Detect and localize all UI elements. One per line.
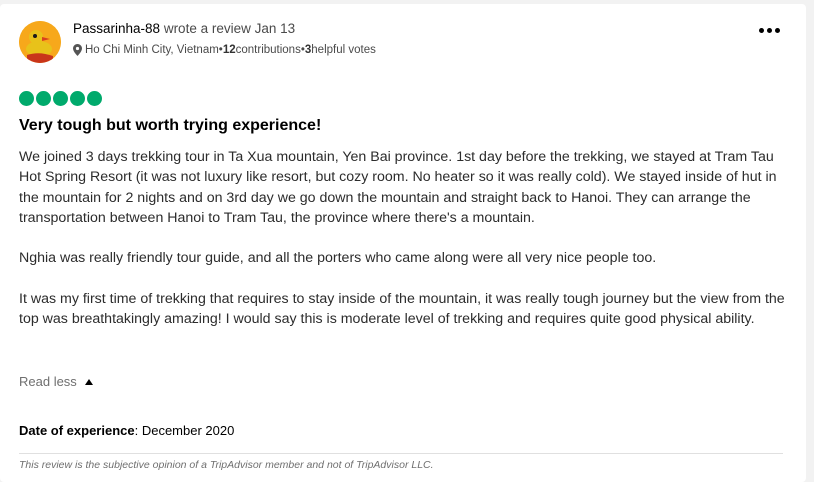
rating-bubble-icon <box>87 91 102 106</box>
more-dots-icon <box>775 27 780 33</box>
duck-avatar-icon <box>19 21 61 63</box>
more-dots-icon <box>759 27 764 33</box>
helpful-votes-label: helpful votes <box>311 44 376 56</box>
review-paragraph: We joined 3 days trekking tour in Ta Xua… <box>19 149 777 226</box>
read-less-label: Read less <box>19 374 77 389</box>
rating-bubble-icon <box>70 91 85 106</box>
review-card: Passarinha-88 wrote a review Jan 13 Ho C… <box>0 4 806 482</box>
date-of-experience-label: Date of experience <box>19 423 135 438</box>
map-pin-icon <box>73 44 82 56</box>
review-paragraph: It was my first time of trekking that re… <box>19 291 785 328</box>
more-dots-icon <box>767 27 772 33</box>
review-header: Passarinha-88 wrote a review Jan 13 <box>73 21 295 36</box>
date-of-experience-value: : December 2020 <box>134 423 235 438</box>
rating-bubble-icon <box>19 91 34 106</box>
read-less-button[interactable]: Read less <box>19 374 93 389</box>
date-of-experience: Date of experience: December 2020 <box>19 423 234 438</box>
caret-up-icon <box>84 378 93 385</box>
divider <box>19 453 783 454</box>
wrote-review-text: wrote a review Jan 13 <box>160 21 296 36</box>
username-link[interactable]: Passarinha-88 <box>73 21 160 36</box>
review-paragraph: Nghia was really friendly tour guide, an… <box>19 250 657 267</box>
contributions-label: contributions <box>235 44 301 56</box>
review-body: We joined 3 days trekking tour in Ta Xua… <box>19 147 789 330</box>
rating-bubbles <box>19 91 102 106</box>
rating-bubble-icon <box>36 91 51 106</box>
more-options-button[interactable] <box>759 24 781 36</box>
review-title: Very tough but worth trying experience! <box>19 117 322 134</box>
review-disclaimer: This review is the subjective opinion of… <box>19 459 434 471</box>
user-avatar[interactable] <box>19 21 61 63</box>
rating-bubble-icon <box>53 91 68 106</box>
reviewer-location: Ho Chi Minh City, Vietnam <box>85 44 219 56</box>
reviewer-meta: Ho Chi Minh City, Vietnam • 12 contribut… <box>73 44 376 56</box>
contributions-count: 12 <box>222 44 236 56</box>
